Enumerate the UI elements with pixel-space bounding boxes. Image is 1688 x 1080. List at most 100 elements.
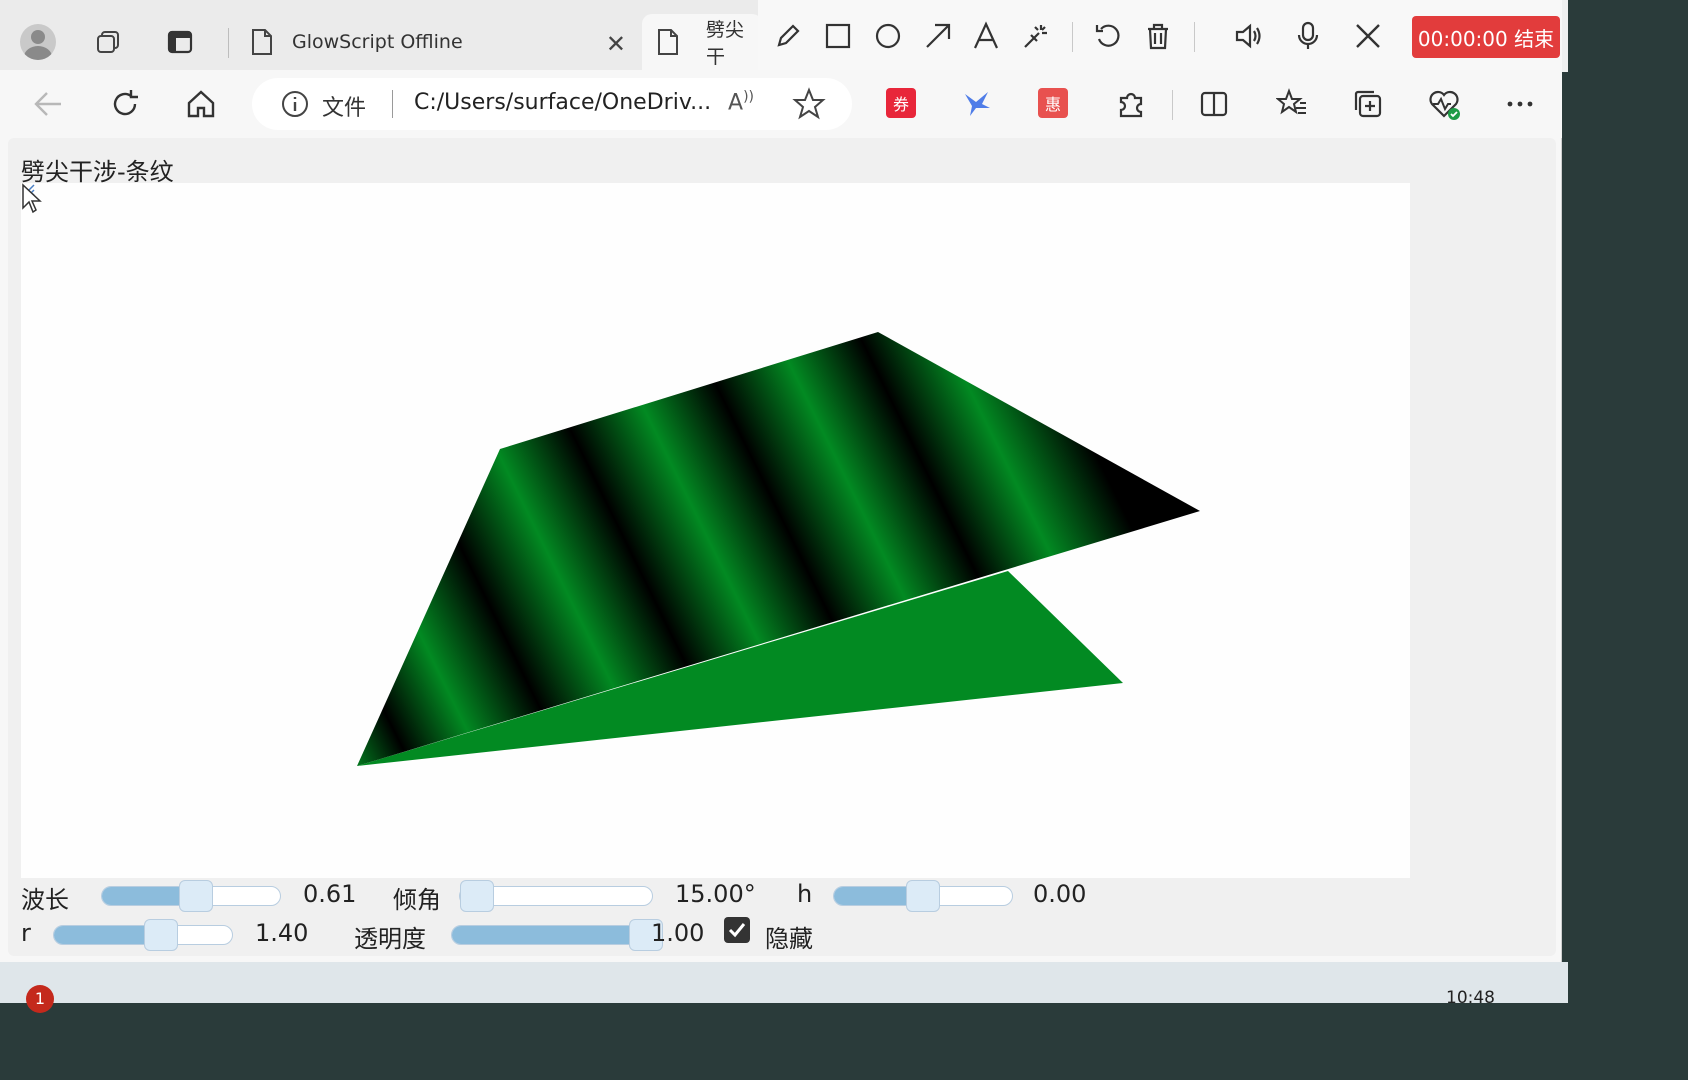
h-label: h — [797, 880, 813, 908]
checkmark-icon — [728, 923, 746, 938]
text-icon — [974, 21, 998, 49]
avatar-icon — [20, 24, 56, 60]
trash-icon — [1148, 23, 1168, 50]
coupon-extension-button[interactable]: 券 — [886, 88, 916, 118]
taskbar: 1 10:48 — [0, 962, 1568, 1013]
r-value: 1.40 — [255, 919, 309, 947]
home-icon — [187, 90, 215, 118]
address-divider — [392, 90, 393, 118]
profile-avatar[interactable] — [16, 20, 60, 64]
arrow-tool-button[interactable] — [918, 14, 958, 58]
deal-extension-button[interactable]: 惠 — [1038, 88, 1068, 118]
delete-button[interactable] — [1138, 14, 1178, 58]
slider-thumb[interactable] — [460, 880, 495, 912]
annotation-toolbar: 00:00:00 结束 — [758, 0, 1568, 72]
back-arrow-icon — [34, 92, 61, 116]
circle-tool-button[interactable] — [868, 14, 908, 58]
glowscript-canvas[interactable] — [21, 183, 1410, 878]
collections-icon — [1354, 90, 1382, 118]
slider-thumb[interactable] — [906, 880, 940, 912]
split-screen-icon — [1200, 91, 1228, 117]
speaker-icon — [1235, 23, 1261, 49]
workspaces-button[interactable] — [86, 20, 130, 64]
split-screen-button[interactable] — [1192, 82, 1236, 126]
settings-more-button[interactable] — [1498, 82, 1542, 126]
page-title: 劈尖干涉-条纹 — [21, 158, 174, 186]
page-content: 劈尖干涉-条纹 波长 0.61 倾角 15.00° h 0.00 r 1.40 … — [8, 138, 1556, 956]
text-tool-button[interactable] — [966, 14, 1006, 58]
collections-button[interactable] — [1346, 82, 1390, 126]
magic-wand-icon — [1024, 25, 1047, 48]
wavelength-slider[interactable] — [101, 880, 281, 912]
info-icon[interactable] — [280, 89, 310, 119]
tilt-value: 15.00° — [675, 880, 756, 908]
magic-tool-button[interactable] — [1016, 14, 1056, 58]
tilt-label: 倾角 — [393, 886, 441, 914]
favorites-button[interactable] — [1270, 82, 1314, 126]
h-value: 0.00 — [1033, 880, 1087, 908]
tab-label: 劈尖干 — [706, 19, 745, 68]
undo-icon — [1095, 24, 1120, 47]
toolbar-divider — [1072, 22, 1073, 52]
toolbar-divider — [1172, 90, 1173, 120]
wavelength-value: 0.61 — [303, 880, 357, 908]
microphone-icon — [1297, 21, 1319, 49]
bird-extension-button[interactable] — [962, 88, 992, 118]
opacity-slider[interactable] — [451, 919, 663, 951]
r-label: r — [21, 919, 31, 947]
bird-icon — [965, 92, 990, 116]
address-bar[interactable]: 文件 C:/Users/surface/OneDriv... A)) — [252, 78, 852, 130]
speaker-button[interactable] — [1228, 14, 1268, 58]
close-icon — [1356, 24, 1380, 48]
refresh-button[interactable] — [103, 82, 147, 126]
hide-checkbox[interactable] — [724, 917, 750, 943]
mouse-cursor-icon — [22, 183, 42, 214]
favorite-star-icon[interactable] — [792, 87, 826, 121]
browser-window: GlowScript Offline ✕ 劈尖干 00:00:00 结束 文件 … — [0, 0, 1568, 962]
hide-label: 隐藏 — [765, 925, 813, 953]
slider-fill — [452, 926, 646, 944]
browser-essentials-button[interactable] — [1422, 82, 1466, 126]
navigation-bar: 文件 C:/Users/surface/OneDriv... A)) 券 惠 — [0, 70, 1562, 138]
url-text[interactable]: C:/Users/surface/OneDriv... — [414, 90, 711, 115]
opacity-value: 1.00 — [651, 919, 705, 947]
vertical-tabs-button[interactable] — [158, 20, 202, 64]
close-tab-icon[interactable]: ✕ — [606, 30, 626, 58]
microphone-button[interactable] — [1288, 14, 1328, 58]
puzzle-icon — [1119, 92, 1143, 118]
favorites-icon — [1276, 88, 1306, 115]
document-icon — [658, 29, 678, 55]
back-button[interactable] — [26, 82, 70, 126]
rectangle-tool-button[interactable] — [818, 14, 858, 58]
rectangle-icon — [825, 23, 851, 49]
slider-thumb[interactable] — [143, 919, 178, 951]
taskbar-clock[interactable]: 10:48 — [1446, 988, 1495, 1008]
notification-badge[interactable]: 1 — [26, 985, 54, 1013]
circle-icon — [875, 23, 901, 49]
tilt-slider[interactable] — [459, 880, 653, 912]
workspaces-icon — [97, 31, 119, 53]
pen-tool-button[interactable] — [768, 14, 808, 58]
tab-glowscript-offline[interactable]: GlowScript Offline ✕ — [236, 14, 640, 70]
r-slider[interactable] — [53, 919, 233, 951]
undo-button[interactable] — [1088, 14, 1128, 58]
tab-separator — [228, 28, 229, 58]
h-slider[interactable] — [833, 880, 1013, 912]
tab-actions-icon — [167, 30, 193, 54]
read-aloud-icon[interactable]: A)) — [728, 89, 754, 115]
tab-strip: GlowScript Offline ✕ 劈尖干 00:00:00 结束 — [0, 0, 1568, 72]
refresh-icon — [113, 90, 138, 116]
heart-pulse-icon — [1429, 90, 1460, 120]
close-toolbar-button[interactable] — [1348, 14, 1388, 58]
controls-row-2: r 1.40 透明度 1.00 隐藏 — [21, 915, 1410, 955]
controls-row-1: 波长 0.61 倾角 15.00° h 0.00 — [21, 876, 1410, 916]
toolbar-divider — [1194, 22, 1195, 52]
tab-label: GlowScript Offline — [292, 31, 463, 53]
stop-recording-button[interactable]: 00:00:00 结束 — [1412, 16, 1560, 58]
wedge-scene — [357, 332, 1200, 766]
pencil-icon — [777, 24, 800, 47]
tab-active[interactable]: 劈尖干 — [642, 14, 762, 70]
home-button[interactable] — [179, 82, 223, 126]
slider-thumb[interactable] — [179, 880, 214, 912]
extensions-button[interactable] — [1109, 82, 1153, 126]
